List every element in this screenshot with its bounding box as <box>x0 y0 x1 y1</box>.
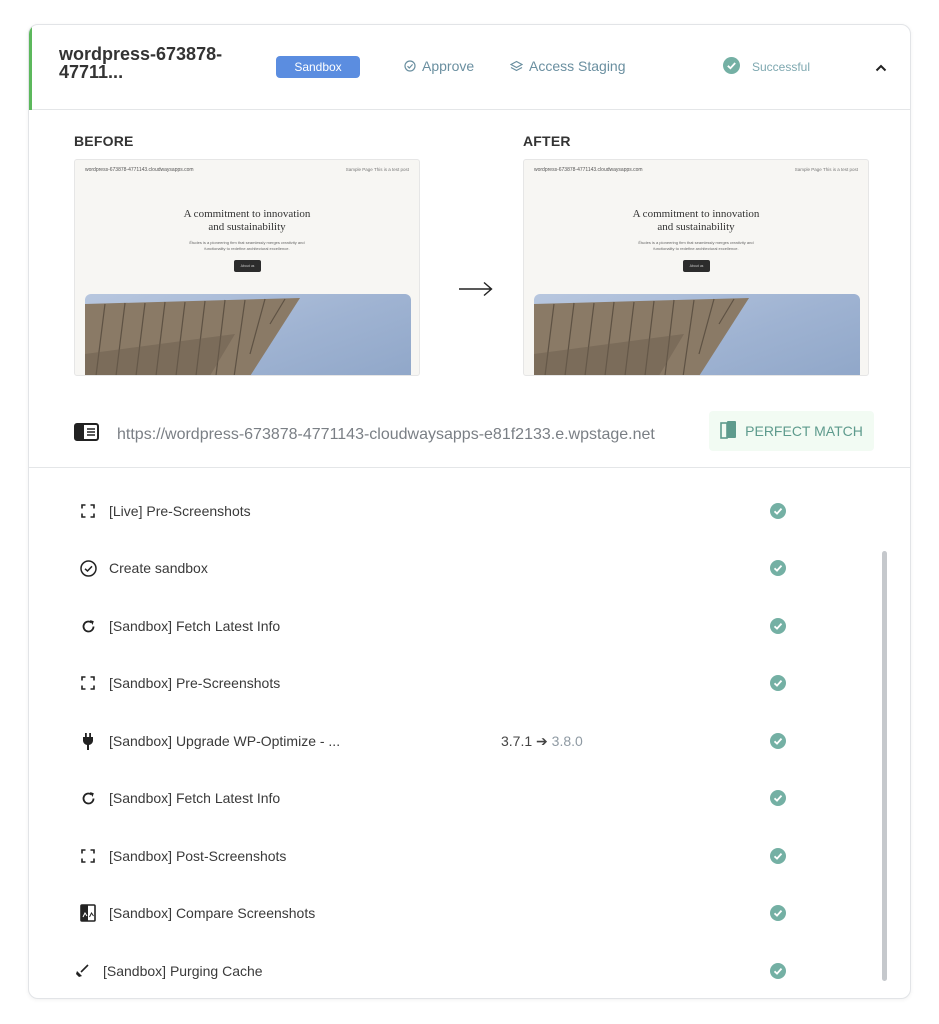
list-item: [Sandbox] Compare Screenshots <box>29 893 910 933</box>
after-screenshot[interactable]: wordpress-673878-4771143.cloudwaysapps.c… <box>523 159 869 376</box>
list-item: [Sandbox] Fetch Latest Info <box>29 606 910 646</box>
step-label: [Sandbox] Compare Screenshots <box>109 905 316 921</box>
compare-icon <box>79 904 97 922</box>
check-circle-icon <box>79 559 97 577</box>
success-icon <box>770 560 786 581</box>
preview-nav: Sample Page This is a test post <box>345 167 409 172</box>
preview-cta-button: About us <box>234 260 261 272</box>
success-icon <box>723 57 740 77</box>
preview-headline-line2: and sustainability <box>208 221 286 233</box>
steps-scrollbar[interactable] <box>882 551 887 981</box>
screenshot-icon <box>79 847 97 865</box>
preview-building-photo <box>85 294 411 375</box>
update-card: wordpress-673878-47711... Sandbox Approv… <box>28 24 911 999</box>
preview-cta-button: About us <box>683 260 710 272</box>
screenshot-icon <box>79 674 97 692</box>
success-icon <box>770 733 786 754</box>
list-item: [Sandbox] Pre-Screenshots <box>29 663 910 703</box>
before-label: BEFORE <box>74 133 134 149</box>
version-from: 3.7.1 <box>501 733 533 749</box>
layers-icon <box>510 60 523 73</box>
site-name: wordpress-673878-47711... <box>59 44 223 82</box>
preview-subtext-line2: functionality to redefine architectural … <box>204 246 290 251</box>
step-label: [Sandbox] Pre-Screenshots <box>109 675 281 691</box>
version-to: 3.8.0 <box>551 733 583 749</box>
preview-nav: Sample Page This is a test post <box>794 167 858 172</box>
status-accent-bar <box>29 25 32 110</box>
preview-building-photo <box>534 294 860 375</box>
preview-headline-line1: A commitment to innovation <box>183 208 311 220</box>
collapse-chevron-icon[interactable] <box>875 59 887 77</box>
before-screenshot[interactable]: wordpress-673878-4771143.cloudwaysapps.c… <box>74 159 420 376</box>
list-item: [Live] Pre-Screenshots <box>29 491 910 531</box>
version-change: 3.7.1 ➔ 3.8.0 <box>501 733 583 750</box>
check-circle-icon <box>404 60 416 72</box>
preview-headline-line2: and sustainability <box>657 221 735 233</box>
run-status: Successful <box>723 57 810 77</box>
plug-icon <box>79 732 97 750</box>
preview-subtext-line2: functionality to redefine architectural … <box>653 246 739 251</box>
approve-button[interactable]: Approve <box>404 58 474 74</box>
access-staging-button[interactable]: Access Staging <box>510 58 626 74</box>
staging-url-row: https://wordpress-673878-4771143-cloudwa… <box>74 423 655 446</box>
success-icon <box>770 503 786 524</box>
preview-site-url: wordpress-673878-4771143.cloudwaysapps.c… <box>85 167 194 173</box>
perfect-match-badge: PERFECT MATCH <box>709 411 874 451</box>
preview-subtext: Études is a pioneering firm that seamles… <box>75 240 419 252</box>
success-icon <box>770 618 786 639</box>
list-item: [Sandbox] Post-Screenshots <box>29 836 910 876</box>
list-item: [Sandbox] Purging Cache <box>29 951 910 991</box>
approve-label: Approve <box>422 58 475 74</box>
refresh-icon <box>79 789 97 807</box>
step-label: [Live] Pre-Screenshots <box>109 503 251 519</box>
files-compare-icon <box>720 420 737 442</box>
preview-subtext: Études is a pioneering firm that seamles… <box>524 240 868 252</box>
step-label: [Sandbox] Purging Cache <box>103 963 263 979</box>
card-header[interactable]: wordpress-673878-47711... Sandbox Approv… <box>29 25 910 110</box>
staging-url[interactable]: https://wordpress-673878-4771143-cloudwa… <box>117 426 655 444</box>
success-icon <box>770 848 786 869</box>
browser-window-icon <box>74 423 99 446</box>
preview-headline: A commitment to innovation and sustainab… <box>75 208 419 234</box>
preview-headline: A commitment to innovation and sustainab… <box>524 208 868 234</box>
list-item: [Sandbox] Upgrade WP-Optimize - ... 3.7.… <box>29 721 910 761</box>
perfect-match-label: PERFECT MATCH <box>745 423 863 439</box>
list-item: Create sandbox <box>29 548 910 588</box>
list-item: [Sandbox] Fetch Latest Info <box>29 778 910 818</box>
broom-icon <box>73 962 91 980</box>
step-label: [Sandbox] Fetch Latest Info <box>109 790 281 806</box>
arrow-right-icon <box>458 281 494 302</box>
status-label: Successful <box>752 60 811 74</box>
step-label: [Sandbox] Fetch Latest Info <box>109 618 281 634</box>
success-icon <box>770 675 786 696</box>
step-label: [Sandbox] Upgrade WP-Optimize - ... <box>109 733 341 749</box>
success-icon <box>770 905 786 926</box>
steps-list: [Live] Pre-Screenshots Create sandbox [S… <box>29 479 910 998</box>
screenshot-icon <box>79 502 97 520</box>
screenshot-comparison: BEFORE AFTER wordpress-673878-4771143.cl… <box>29 111 910 468</box>
arrow-right-icon: ➔ <box>536 733 552 749</box>
preview-headline-line1: A commitment to innovation <box>632 208 760 220</box>
step-label: [Sandbox] Post-Screenshots <box>109 848 287 864</box>
success-icon <box>770 963 786 984</box>
refresh-icon <box>79 617 97 635</box>
after-label: AFTER <box>523 133 571 149</box>
step-label: Create sandbox <box>109 560 208 576</box>
environment-badge: Sandbox <box>276 56 360 78</box>
access-staging-label: Access Staging <box>529 58 626 74</box>
preview-site-url: wordpress-673878-4771143.cloudwaysapps.c… <box>534 167 643 173</box>
success-icon <box>770 790 786 811</box>
